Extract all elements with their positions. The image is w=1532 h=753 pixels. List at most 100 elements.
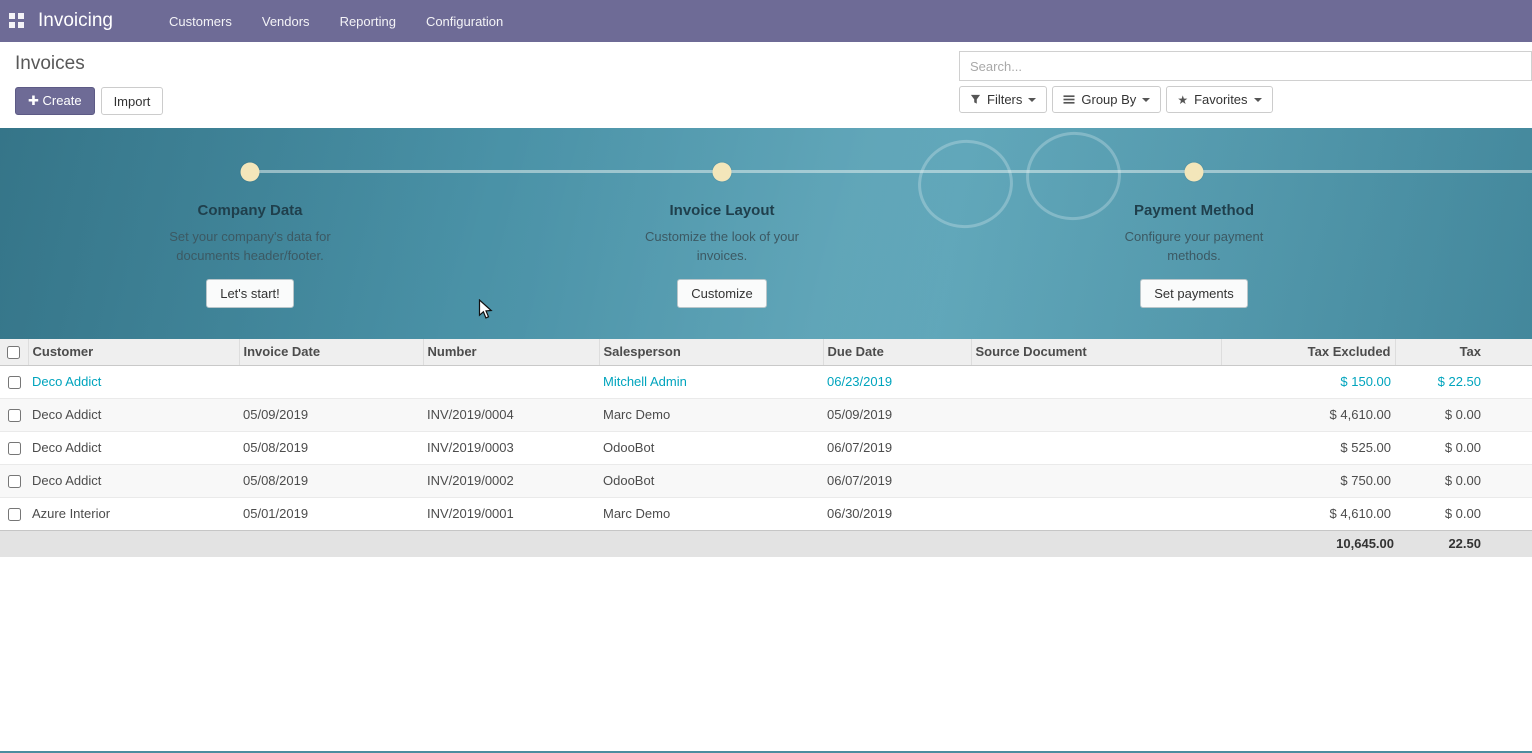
col-salesperson[interactable]: Salesperson xyxy=(599,339,823,365)
table-row[interactable]: Deco Addict 05/08/2019 INV/2019/0002 Odo… xyxy=(0,464,1532,497)
select-all-checkbox-cell[interactable] xyxy=(0,339,28,365)
cell-salesperson[interactable]: Mitchell Admin xyxy=(599,365,823,398)
row-checkbox[interactable] xyxy=(8,475,21,488)
select-all-checkbox[interactable] xyxy=(7,346,20,359)
cell-salesperson[interactable]: Marc Demo xyxy=(599,497,823,530)
cell-number[interactable] xyxy=(423,365,599,398)
menu-customers[interactable]: Customers xyxy=(169,14,232,29)
row-checkbox-cell[interactable] xyxy=(0,464,28,497)
favorites-button[interactable]: ★ Favorites xyxy=(1166,86,1272,113)
set-payments-button[interactable]: Set payments xyxy=(1140,279,1248,308)
view-controls: Filters Group By ★ Favorites xyxy=(959,86,1532,113)
chevron-down-icon xyxy=(1028,98,1036,102)
col-due-date[interactable]: Due Date xyxy=(823,339,971,365)
cell-source-document[interactable] xyxy=(971,431,1221,464)
customize-button[interactable]: Customize xyxy=(677,279,766,308)
cell-invoice-date[interactable]: 05/08/2019 xyxy=(239,464,423,497)
step-title: Company Data xyxy=(197,202,302,219)
page-title: Invoices xyxy=(15,53,163,75)
menu-vendors[interactable]: Vendors xyxy=(262,14,310,29)
step-dot-invoice-layout xyxy=(713,163,732,182)
cell-source-document[interactable] xyxy=(971,497,1221,530)
step-dot-company-data xyxy=(241,163,260,182)
cell-customer[interactable]: Deco Addict xyxy=(28,431,239,464)
row-checkbox[interactable] xyxy=(8,508,21,521)
cell-due-date[interactable]: 06/30/2019 xyxy=(823,497,971,530)
cell-tax-excluded[interactable]: $ 4,610.00 xyxy=(1221,398,1395,431)
invoice-table-body: Deco Addict Mitchell Admin 06/23/2019 $ … xyxy=(0,365,1532,530)
step-description: Configure your payment methods. xyxy=(1097,227,1292,265)
cell-invoice-date[interactable]: 05/09/2019 xyxy=(239,398,423,431)
cell-invoice-date[interactable]: 05/01/2019 xyxy=(239,497,423,530)
cell-salesperson[interactable]: OdooBot xyxy=(599,431,823,464)
cell-tax[interactable]: $ 0.00 xyxy=(1395,431,1532,464)
cell-customer[interactable]: Deco Addict xyxy=(28,365,239,398)
step-description: Set your company's data for documents he… xyxy=(153,227,348,265)
col-invoice-date[interactable]: Invoice Date xyxy=(239,339,423,365)
cell-source-document[interactable] xyxy=(971,464,1221,497)
cell-tax-excluded[interactable]: $ 4,610.00 xyxy=(1221,497,1395,530)
menu-configuration[interactable]: Configuration xyxy=(426,14,503,29)
control-panel: Invoices ✚ Create Import Filters Group B… xyxy=(0,42,1532,128)
row-checkbox-cell[interactable] xyxy=(0,398,28,431)
col-number[interactable]: Number xyxy=(423,339,599,365)
table-row[interactable]: Deco Addict 05/09/2019 INV/2019/0004 Mar… xyxy=(0,398,1532,431)
cell-tax[interactable]: $ 0.00 xyxy=(1395,464,1532,497)
cell-source-document[interactable] xyxy=(971,398,1221,431)
top-navbar: Invoicing Customers Vendors Reporting Co… xyxy=(0,0,1532,42)
row-checkbox-cell[interactable] xyxy=(0,365,28,398)
onboarding-step-invoice-layout: Invoice Layout Customize the look of you… xyxy=(486,190,958,308)
table-row[interactable]: Deco Addict 05/08/2019 INV/2019/0003 Odo… xyxy=(0,431,1532,464)
cell-tax[interactable]: $ 0.00 xyxy=(1395,398,1532,431)
cell-tax[interactable]: $ 22.50 xyxy=(1395,365,1532,398)
total-tax: 22.50 xyxy=(1395,530,1532,557)
cell-invoice-date[interactable]: 05/08/2019 xyxy=(239,431,423,464)
search-input[interactable] xyxy=(959,51,1532,81)
col-customer[interactable]: Customer xyxy=(28,339,239,365)
onboarding-step-payment-method: Payment Method Configure your payment me… xyxy=(958,190,1430,308)
cell-customer[interactable]: Deco Addict xyxy=(28,464,239,497)
col-tax[interactable]: Tax xyxy=(1395,339,1532,365)
menu-reporting[interactable]: Reporting xyxy=(340,14,396,29)
onboarding-banner: Company Data Set your company's data for… xyxy=(0,128,1532,339)
navbar-menu: Customers Vendors Reporting Configuratio… xyxy=(169,14,503,29)
row-checkbox-cell[interactable] xyxy=(0,497,28,530)
cell-salesperson[interactable]: Marc Demo xyxy=(599,398,823,431)
cell-invoice-date[interactable] xyxy=(239,365,423,398)
create-button[interactable]: ✚ Create xyxy=(15,87,95,115)
col-source-document[interactable]: Source Document xyxy=(971,339,1221,365)
row-checkbox[interactable] xyxy=(8,442,21,455)
app-name[interactable]: Invoicing xyxy=(38,10,113,32)
cell-tax-excluded[interactable]: $ 525.00 xyxy=(1221,431,1395,464)
cell-tax-excluded[interactable]: $ 750.00 xyxy=(1221,464,1395,497)
step-title: Payment Method xyxy=(1134,202,1254,219)
table-row[interactable]: Azure Interior 05/01/2019 INV/2019/0001 … xyxy=(0,497,1532,530)
group-by-button[interactable]: Group By xyxy=(1052,86,1161,113)
cell-number[interactable]: INV/2019/0003 xyxy=(423,431,599,464)
cell-number[interactable]: INV/2019/0002 xyxy=(423,464,599,497)
cell-customer[interactable]: Deco Addict xyxy=(28,398,239,431)
cell-tax[interactable]: $ 0.00 xyxy=(1395,497,1532,530)
cell-number[interactable]: INV/2019/0004 xyxy=(423,398,599,431)
cell-due-date[interactable]: 06/07/2019 xyxy=(823,431,971,464)
cell-due-date[interactable]: 06/07/2019 xyxy=(823,464,971,497)
row-checkbox[interactable] xyxy=(8,409,21,422)
cell-due-date[interactable]: 05/09/2019 xyxy=(823,398,971,431)
cell-salesperson[interactable]: OdooBot xyxy=(599,464,823,497)
table-row[interactable]: Deco Addict Mitchell Admin 06/23/2019 $ … xyxy=(0,365,1532,398)
step-description: Customize the look of your invoices. xyxy=(625,227,820,265)
onboarding-step-company-data: Company Data Set your company's data for… xyxy=(14,190,486,308)
cell-customer[interactable]: Azure Interior xyxy=(28,497,239,530)
cell-source-document[interactable] xyxy=(971,365,1221,398)
lets-start-button[interactable]: Let's start! xyxy=(206,279,294,308)
cell-due-date[interactable]: 06/23/2019 xyxy=(823,365,971,398)
col-tax-excluded[interactable]: Tax Excluded xyxy=(1221,339,1395,365)
row-checkbox[interactable] xyxy=(8,376,21,389)
import-button[interactable]: Import xyxy=(101,87,164,115)
cell-tax-excluded[interactable]: $ 150.00 xyxy=(1221,365,1395,398)
apps-menu-icon[interactable] xyxy=(9,13,25,29)
row-checkbox-cell[interactable] xyxy=(0,431,28,464)
total-tax-excluded: 10,645.00 xyxy=(1221,530,1395,557)
filters-button[interactable]: Filters xyxy=(959,86,1047,113)
cell-number[interactable]: INV/2019/0001 xyxy=(423,497,599,530)
